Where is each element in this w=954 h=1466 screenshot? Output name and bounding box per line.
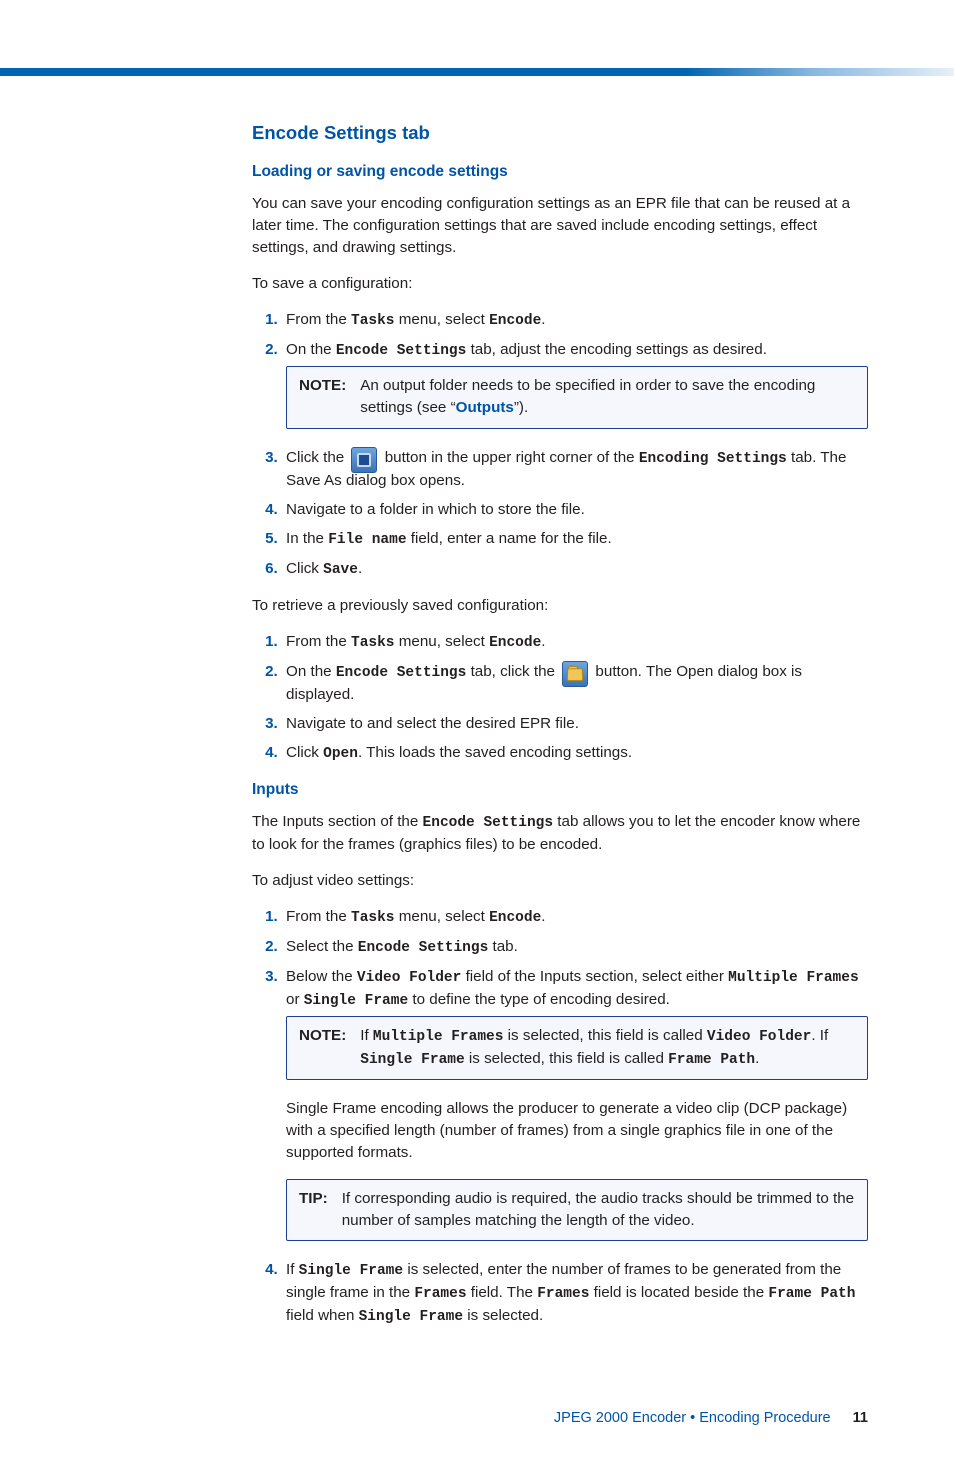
- footer-page-number: 11: [853, 1410, 868, 1426]
- tip-label: TIP:: [299, 1188, 328, 1232]
- footer-text: JPEG 2000 Encoder • Encoding Procedure: [554, 1410, 831, 1426]
- retrieve-steps-list: From the Tasks menu, select Encode. On t…: [252, 631, 868, 765]
- heading-loading-saving: Loading or saving encode settings: [252, 161, 868, 183]
- save-icon: [351, 447, 377, 473]
- open-folder-icon: [562, 661, 588, 687]
- save-step-6: Click Save.: [282, 558, 868, 581]
- tip-body: If corresponding audio is required, the …: [342, 1188, 857, 1232]
- para-retrieve-lead: To retrieve a previously saved configura…: [252, 595, 868, 617]
- retrieve-step-3: Navigate to and select the desired EPR f…: [282, 713, 868, 735]
- save-step-5: In the File name field, enter a name for…: [282, 528, 868, 551]
- note-output-folder: NOTE: An output folder needs to be speci…: [286, 366, 868, 428]
- retrieve-step-2: On the Encode Settings tab, click the bu…: [282, 661, 868, 706]
- page-footer: JPEG 2000 Encoder • Encoding Procedure 1…: [0, 1382, 954, 1466]
- note-label: NOTE:: [299, 375, 346, 419]
- note-body: If Multiple Frames is selected, this fie…: [360, 1025, 857, 1071]
- save-step-1: From the Tasks menu, select Encode.: [282, 309, 868, 332]
- para-single-frame: Single Frame encoding allows the produce…: [286, 1098, 868, 1164]
- para-intro: You can save your encoding configuration…: [252, 193, 868, 259]
- para-inputs-intro: The Inputs section of the Encode Setting…: [252, 811, 868, 856]
- adjust-step-2: Select the Encode Settings tab.: [282, 936, 868, 959]
- adjust-step-4: If Single Frame is selected, enter the n…: [282, 1259, 868, 1328]
- para-save-lead: To save a configuration:: [252, 273, 868, 295]
- para-adjust-lead: To adjust video settings:: [252, 870, 868, 892]
- tip-audio: TIP: If corresponding audio is required,…: [286, 1179, 868, 1241]
- adjust-step-1: From the Tasks menu, select Encode.: [282, 906, 868, 929]
- heading-encode-settings-tab: Encode Settings tab: [252, 120, 868, 147]
- note-body: An output folder needs to be specified i…: [360, 375, 857, 419]
- page-content: Encode Settings tab Loading or saving en…: [0, 76, 954, 1382]
- note-label: NOTE:: [299, 1025, 346, 1071]
- retrieve-step-1: From the Tasks menu, select Encode.: [282, 631, 868, 654]
- adjust-step-3: Below the Video Folder field of the Inpu…: [282, 966, 868, 1240]
- retrieve-step-4: Click Open. This loads the saved encodin…: [282, 742, 868, 765]
- save-step-2: On the Encode Settings tab, adjust the e…: [282, 339, 868, 428]
- page-top-rule: [0, 68, 954, 76]
- link-outputs[interactable]: Outputs: [456, 399, 514, 416]
- save-steps-list: From the Tasks menu, select Encode. On t…: [252, 309, 868, 580]
- save-step-4: Navigate to a folder in which to store t…: [282, 499, 868, 521]
- heading-inputs: Inputs: [252, 779, 868, 801]
- save-step-3: Click the button in the upper right corn…: [282, 447, 868, 492]
- adjust-steps-list: From the Tasks menu, select Encode. Sele…: [252, 906, 868, 1327]
- note-multiple-single: NOTE: If Multiple Frames is selected, th…: [286, 1016, 868, 1080]
